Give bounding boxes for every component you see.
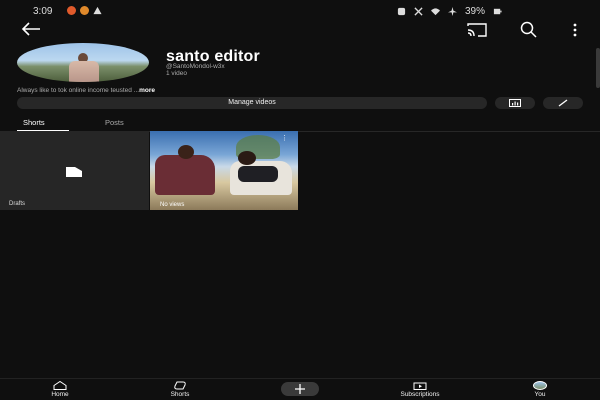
airplane-icon [447,7,457,16]
notification-dot-icon [80,6,89,15]
nav-subscriptions[interactable]: Subscriptions [390,381,450,398]
nav-home[interactable]: Home [30,381,90,398]
edit-pencil-icon [558,99,568,107]
system-icons: 39% [397,6,502,17]
short-views: No views [160,202,185,208]
thumbnail-shirt-right [238,166,278,182]
back-arrow-icon[interactable] [20,20,42,38]
create-plus-icon [295,384,305,394]
edit-channel-button[interactable] [543,97,583,109]
battery-level: 39% [464,6,485,17]
analytics-button[interactable] [495,97,535,109]
top-toolbar [0,18,600,40]
notification-dot-icon [67,6,76,15]
tab-posts[interactable]: Posts [105,118,124,127]
battery-icon [493,8,502,15]
mute-icon [414,7,423,16]
short-more-icon[interactable]: ⋮ [281,134,288,142]
shorts-icon [174,381,186,390]
channel-avatar[interactable] [17,43,149,82]
bottom-navigation: Home Shorts Subscriptions You [0,378,600,400]
avatar-body [69,61,99,82]
channel-handle: @SantoMondol-w3x [166,63,225,70]
drafts-label: Drafts [9,201,26,207]
drafts-folder-icon [66,167,82,177]
description-text: Always like to tok online income teusted… [17,87,140,94]
home-icon [53,381,67,390]
warning-icon [93,6,102,15]
youtube-channel-screen: 3:09 39% santo editor @SantoMondol-w3x 1… [0,0,600,400]
nav-shorts-label: Shorts [170,391,190,398]
nav-you[interactable]: You [510,381,570,398]
short-thumbnail[interactable]: ⋮ No views [150,131,298,210]
channel-tabs: Shorts Posts [0,114,600,132]
cast-icon[interactable] [466,22,488,38]
nav-home-label: Home [51,391,69,398]
search-icon[interactable] [519,21,539,39]
drafts-tile[interactable]: Drafts [0,131,149,210]
scrollbar[interactable] [596,48,600,88]
nav-shorts[interactable]: Shorts [150,381,210,398]
wifi-icon [430,8,440,16]
thumbnail-head-right [238,151,256,165]
you-avatar-icon [533,381,547,390]
thumbnail-head-left [178,145,194,159]
tab-shorts[interactable]: Shorts [23,118,45,127]
nav-you-label: You [534,391,546,398]
manage-videos-button[interactable]: Manage videos [17,97,487,109]
nav-subscriptions-label: Subscriptions [400,391,440,398]
notification-icons [67,6,102,15]
description-more-link[interactable]: more [139,87,155,94]
more-vert-icon[interactable] [570,22,580,38]
analytics-icon [509,99,521,107]
thumbnail-person-left [155,155,215,195]
subscriptions-icon [413,382,427,390]
status-time: 3:09 [33,6,53,17]
video-count: 1 video [166,70,187,77]
alarm-icon [397,7,406,16]
create-button[interactable] [281,382,319,396]
channel-description[interactable]: Always like to tok online income teusted… [17,87,155,94]
